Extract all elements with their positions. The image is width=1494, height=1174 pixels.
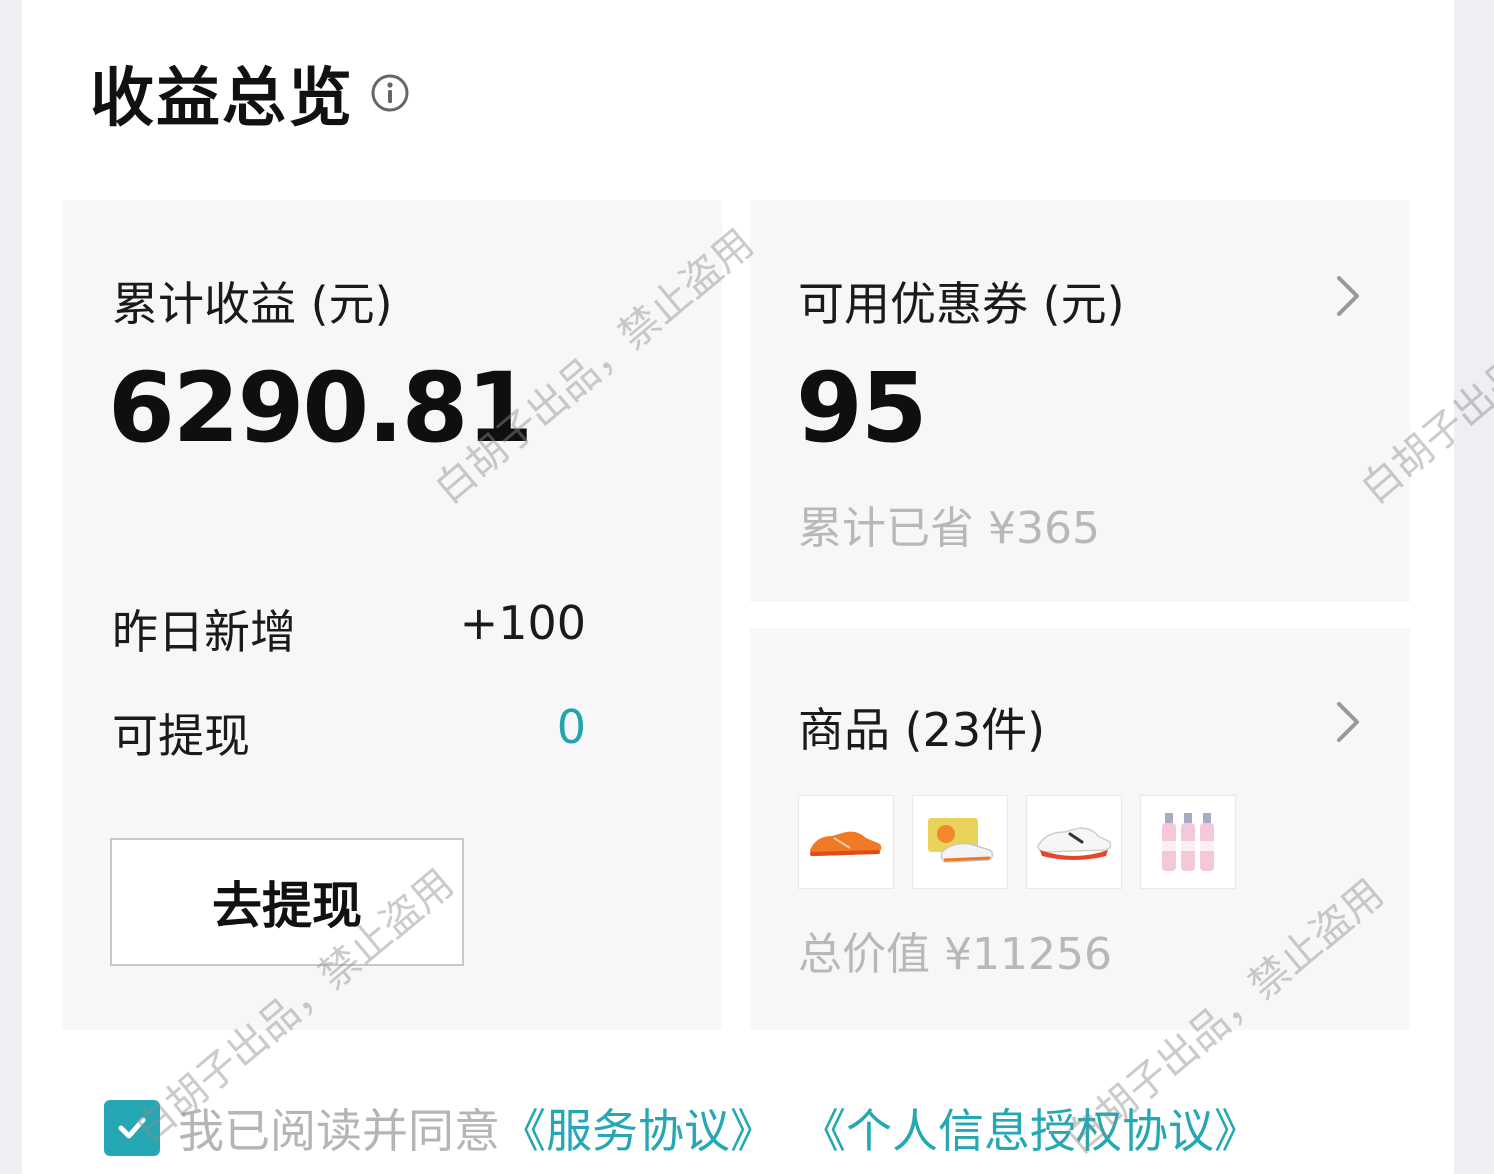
white-red-running-shoe-icon (1037, 827, 1112, 860)
yesterday-label: 昨日新增 (112, 605, 296, 659)
service-agreement-link[interactable]: 《服务协议》 (500, 1095, 776, 1161)
earnings-label: 累计收益 (元) (112, 277, 393, 331)
title-row: 收益总览 (90, 48, 410, 138)
checkmark-icon (118, 1117, 146, 1139)
chevron-right-icon[interactable] (1334, 700, 1362, 744)
chevron-right-icon[interactable] (1334, 274, 1362, 318)
privacy-agreement-link[interactable]: 《个人信息授权协议》 (800, 1095, 1260, 1161)
agreement-text: 我已阅读并同意 (178, 1104, 500, 1158)
withdraw-button[interactable]: 去提现 (110, 838, 464, 966)
coupons-saved: 累计已省 ¥365 (798, 503, 1100, 554)
product-thumbnail[interactable] (1140, 795, 1236, 889)
agreement-checkbox[interactable] (104, 1100, 160, 1156)
withdrawable-value: 0 (556, 700, 586, 754)
page-title: 收益总览 (90, 62, 354, 136)
coupons-amount: 95 (796, 352, 928, 464)
goods-thumbnails (798, 795, 1236, 889)
agreement-row: 我已阅读并同意 《服务协议》 《个人信息授权协议》 (104, 1095, 1260, 1161)
withdrawable-label: 可提现 (112, 709, 250, 763)
yesterday-value: +100 (459, 596, 586, 650)
goods-total-value: 总价值 ¥11256 (798, 929, 1112, 980)
product-thumbnail[interactable] (912, 795, 1008, 889)
orange-running-shoe-icon (810, 831, 882, 856)
info-circle-icon[interactable] (370, 73, 410, 113)
pink-bottles-icon (1162, 813, 1214, 871)
product-thumbnail[interactable] (1026, 795, 1122, 889)
coupons-label: 可用优惠券 (元) (798, 277, 1125, 331)
earnings-total: 6290.81 (108, 352, 533, 464)
product-thumbnail[interactable] (798, 795, 894, 889)
goods-label: 商品 (23件) (798, 703, 1046, 757)
shoe-box-icon (928, 818, 994, 863)
